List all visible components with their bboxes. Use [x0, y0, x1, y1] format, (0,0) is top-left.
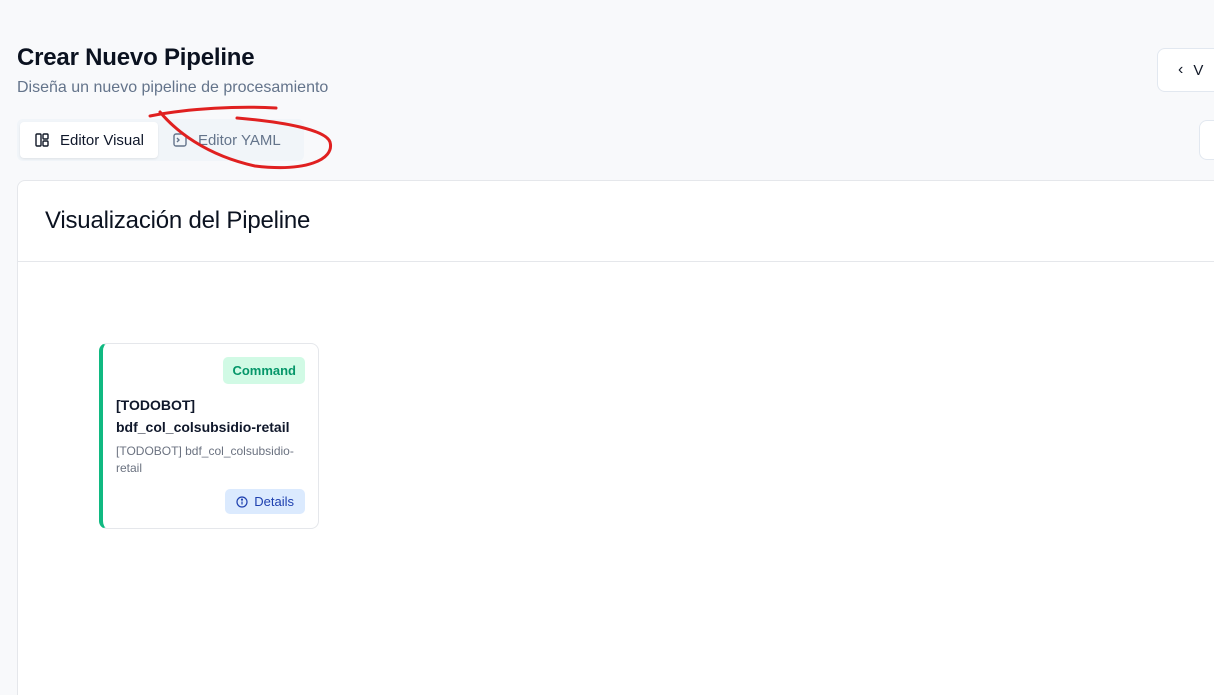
- terminal-icon: [173, 133, 187, 147]
- editor-tabs: Editor Visual Editor YAML: [17, 119, 304, 161]
- tab-editor-yaml[interactable]: Editor YAML: [158, 122, 295, 158]
- pipeline-visualization-card: Visualización del Pipeline Command [TODO…: [17, 180, 1214, 695]
- tab-label: Editor Visual: [60, 131, 144, 149]
- page-title: Crear Nuevo Pipeline: [17, 44, 255, 71]
- card-header: Visualización del Pipeline: [18, 181, 1214, 262]
- secondary-action-button[interactable]: [1199, 120, 1214, 160]
- pipeline-node[interactable]: Command [TODOBOT] bdf_col_colsubsidio-re…: [99, 343, 319, 529]
- node-details-button[interactable]: Details: [225, 489, 305, 514]
- back-button-label: V: [1193, 61, 1204, 79]
- node-type-badge: Command: [223, 357, 305, 384]
- tab-label: Editor YAML: [197, 131, 281, 149]
- back-button[interactable]: ‹ V: [1157, 48, 1214, 92]
- chevron-left-icon: ‹: [1178, 61, 1184, 78]
- node-title: [TODOBOT] bdf_col_colsubsidio-retail: [116, 397, 290, 435]
- info-icon: [236, 495, 248, 508]
- tab-editor-visual[interactable]: Editor Visual: [20, 122, 158, 158]
- page-subtitle: Diseña un nuevo pipeline de procesamient…: [17, 79, 329, 96]
- details-label: Details: [254, 494, 294, 509]
- card-title: Visualización del Pipeline: [45, 207, 311, 234]
- node-description: [TODOBOT] bdf_col_colsubsidio-retail: [116, 444, 294, 475]
- layout-icon: [35, 133, 49, 147]
